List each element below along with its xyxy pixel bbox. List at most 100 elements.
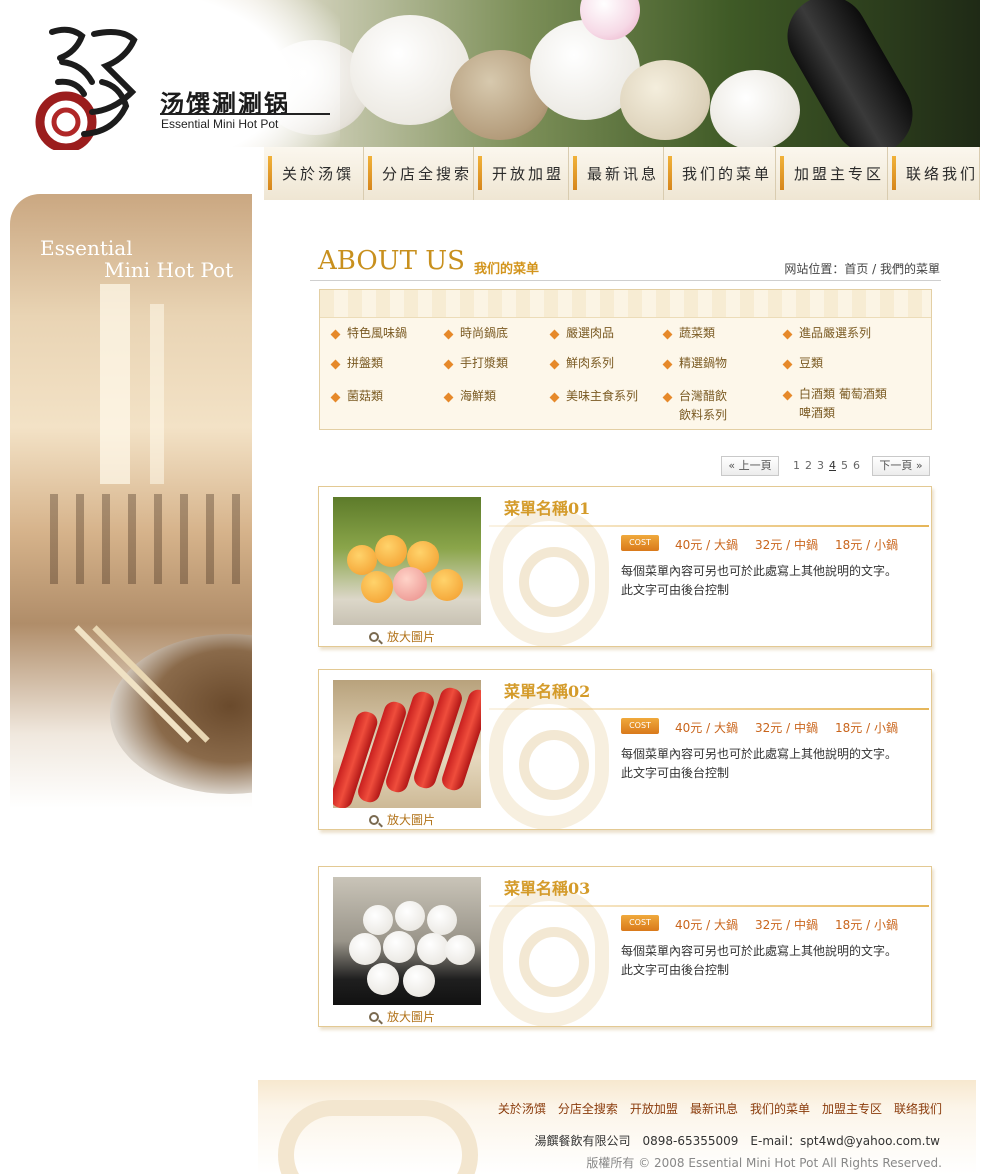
footer-link-news[interactable]: 最新讯息 bbox=[690, 1100, 738, 1117]
menu-item-card: 放大圖片 菜單名稱01 COST 40元 / 大鍋 32元 / 中鍋 18元 /… bbox=[318, 486, 932, 647]
category-item[interactable]: 拼盤類 bbox=[347, 354, 383, 373]
footer-link-contact[interactable]: 联络我们 bbox=[894, 1100, 942, 1117]
menu-item-photo[interactable] bbox=[333, 877, 481, 1005]
category-item[interactable]: 鮮肉系列 bbox=[566, 354, 614, 373]
nav-label: 联络我们 bbox=[906, 165, 979, 183]
category-item[interactable]: 手打漿類 bbox=[460, 354, 508, 373]
footer-link-franchise[interactable]: 开放加盟 bbox=[630, 1100, 678, 1117]
nav-about[interactable]: 关於汤馔 bbox=[264, 147, 364, 200]
zoom-image-link[interactable]: 放大圖片 bbox=[369, 628, 435, 645]
category-item[interactable]: 精選鍋物 bbox=[679, 354, 727, 373]
title-divider bbox=[489, 708, 929, 710]
brand-divider bbox=[160, 113, 330, 115]
title-divider bbox=[489, 905, 929, 907]
category-item[interactable]: 蔬菜類 bbox=[679, 324, 715, 343]
menu-item-description: 每個菜單內容可另也可於此處寫上其他說明的文字。 此文字可由後台控制 bbox=[621, 745, 897, 783]
description-line: 此文字可由後台控制 bbox=[621, 583, 730, 597]
category-item[interactable]: 美味主食系列 bbox=[566, 387, 638, 406]
category-item[interactable]: 豆類 bbox=[799, 354, 823, 373]
price-large: 40元 / 大鍋 bbox=[675, 918, 738, 932]
bullet-icon bbox=[549, 359, 560, 370]
heading-divider bbox=[310, 280, 941, 281]
footer-link-franchisee-zone[interactable]: 加盟主专区 bbox=[822, 1100, 882, 1117]
page-title: ABOUT US bbox=[318, 246, 465, 276]
nav-label: 加盟主专区 bbox=[794, 165, 885, 183]
bullet-icon bbox=[443, 359, 454, 370]
price-small: 18元 / 小鍋 bbox=[835, 918, 898, 932]
footer-link-menu[interactable]: 我们的菜单 bbox=[750, 1100, 810, 1117]
bullet-icon bbox=[662, 392, 673, 403]
magnifier-icon bbox=[369, 1012, 379, 1022]
title-divider bbox=[489, 525, 929, 527]
page-subtitle: 我们的菜单 bbox=[474, 262, 540, 277]
nav-store-search[interactable]: 分店全搜索 bbox=[364, 147, 474, 200]
price-medium: 32元 / 中鍋 bbox=[755, 918, 818, 932]
bullet-icon bbox=[330, 392, 341, 403]
category-item[interactable]: 時尚鍋底 bbox=[460, 324, 508, 343]
prev-page-button[interactable]: « 上一頁 bbox=[721, 456, 779, 476]
category-item[interactable]: 菌菇類 bbox=[347, 387, 383, 406]
bullet-icon bbox=[330, 329, 341, 340]
page-number[interactable]: 3 bbox=[817, 459, 824, 472]
breadcrumb: 网站位置：首页 / 我們的菜單 bbox=[784, 262, 940, 276]
page-number[interactable]: 6 bbox=[853, 459, 860, 472]
category-item[interactable]: 特色風味鍋 bbox=[347, 324, 407, 343]
site-header: 汤馔涮涮锅 Essential Mini Hot Pot 关於汤馔 分店全搜索 … bbox=[0, 0, 980, 200]
description-line: 每個菜單內容可另也可於此處寫上其他說明的文字。 bbox=[621, 564, 898, 578]
cost-badge: COST bbox=[621, 535, 659, 551]
logo-icon bbox=[35, 26, 138, 150]
category-item[interactable]: 海鮮類 bbox=[460, 387, 496, 406]
nav-news[interactable]: 最新讯息 bbox=[569, 147, 664, 200]
zoom-label: 放大圖片 bbox=[387, 813, 436, 827]
category-item[interactable]: 嚴選肉品 bbox=[566, 324, 614, 343]
footer-link-store-search[interactable]: 分店全搜索 bbox=[558, 1100, 618, 1117]
page-number[interactable]: 1 bbox=[793, 459, 800, 472]
decor-swirl bbox=[519, 547, 589, 617]
nav-menu[interactable]: 我们的菜单 bbox=[664, 147, 776, 200]
category-item[interactable]: 白酒類 葡萄酒類 啤酒類 bbox=[799, 385, 887, 423]
bullet-icon bbox=[662, 329, 673, 340]
description-line: 此文字可由後台控制 bbox=[621, 766, 730, 780]
nav-franchise[interactable]: 开放加盟 bbox=[474, 147, 569, 200]
next-page-button[interactable]: 下一頁 » bbox=[872, 456, 930, 476]
bullet-icon bbox=[782, 359, 793, 370]
magnifier-icon bbox=[369, 632, 379, 642]
price-small: 18元 / 小鍋 bbox=[835, 721, 898, 735]
site-footer: 关於汤馔 分店全搜索 开放加盟 最新讯息 我们的菜单 加盟主专区 联络我们 湯饌… bbox=[258, 1080, 976, 1174]
menu-item-photo[interactable] bbox=[333, 680, 481, 808]
main-nav: 关於汤馔 分店全搜索 开放加盟 最新讯息 我们的菜单 加盟主专区 联络我们 bbox=[264, 147, 980, 200]
category-item[interactable]: 台灣醋飲 飲料系列 bbox=[679, 387, 727, 425]
bullet-icon bbox=[662, 359, 673, 370]
bullet-icon bbox=[782, 390, 793, 401]
nav-label: 最新讯息 bbox=[587, 165, 660, 183]
price-large: 40元 / 大鍋 bbox=[675, 721, 738, 735]
side-title-line2: Mini Hot Pot bbox=[104, 258, 234, 282]
zoom-image-link[interactable]: 放大圖片 bbox=[369, 811, 435, 828]
nav-label: 关於汤馔 bbox=[282, 165, 355, 183]
zoom-label: 放大圖片 bbox=[387, 1010, 436, 1024]
pagination: « 上一頁 1 2 3 4 5 6 下一頁 » bbox=[720, 456, 932, 476]
cost-badge: COST bbox=[621, 915, 659, 931]
nav-franchisee-zone[interactable]: 加盟主专区 bbox=[776, 147, 888, 200]
menu-item-photo[interactable] bbox=[333, 497, 481, 625]
price-large: 40元 / 大鍋 bbox=[675, 538, 738, 552]
bullet-icon bbox=[549, 392, 560, 403]
page-number[interactable]: 2 bbox=[805, 459, 812, 472]
side-photo-card bbox=[10, 194, 252, 808]
footer-link-about[interactable]: 关於汤馔 bbox=[498, 1100, 546, 1117]
menu-item-description: 每個菜單內容可另也可於此處寫上其他說明的文字。 此文字可由後台控制 bbox=[621, 942, 897, 980]
menu-item-card: 放大圖片 菜單名稱03 COST 40元 / 大鍋 32元 / 中鍋 18元 /… bbox=[318, 866, 932, 1027]
side-title-line1: Essential bbox=[40, 236, 133, 260]
footer-nav: 关於汤馔 分店全搜索 开放加盟 最新讯息 我们的菜单 加盟主专区 联络我们 bbox=[498, 1100, 942, 1117]
page-number[interactable]: 5 bbox=[841, 459, 848, 472]
footer-contact: 湯饌餐飲有限公司 0898-65355009 E-mail：spt4wd@yah… bbox=[534, 1134, 940, 1148]
nav-label: 我们的菜单 bbox=[682, 165, 773, 183]
nav-label: 分店全搜索 bbox=[382, 165, 473, 183]
zoom-image-link[interactable]: 放大圖片 bbox=[369, 1008, 435, 1025]
footer-copyright: 版權所有 © 2008 Essential Mini Hot Pot All R… bbox=[586, 1156, 942, 1170]
nav-contact[interactable]: 联络我们 bbox=[888, 147, 980, 200]
magnifier-icon bbox=[369, 815, 379, 825]
decor-swirl bbox=[519, 927, 589, 997]
category-item[interactable]: 進品嚴選系列 bbox=[799, 324, 871, 343]
page-number-current[interactable]: 4 bbox=[829, 459, 836, 472]
